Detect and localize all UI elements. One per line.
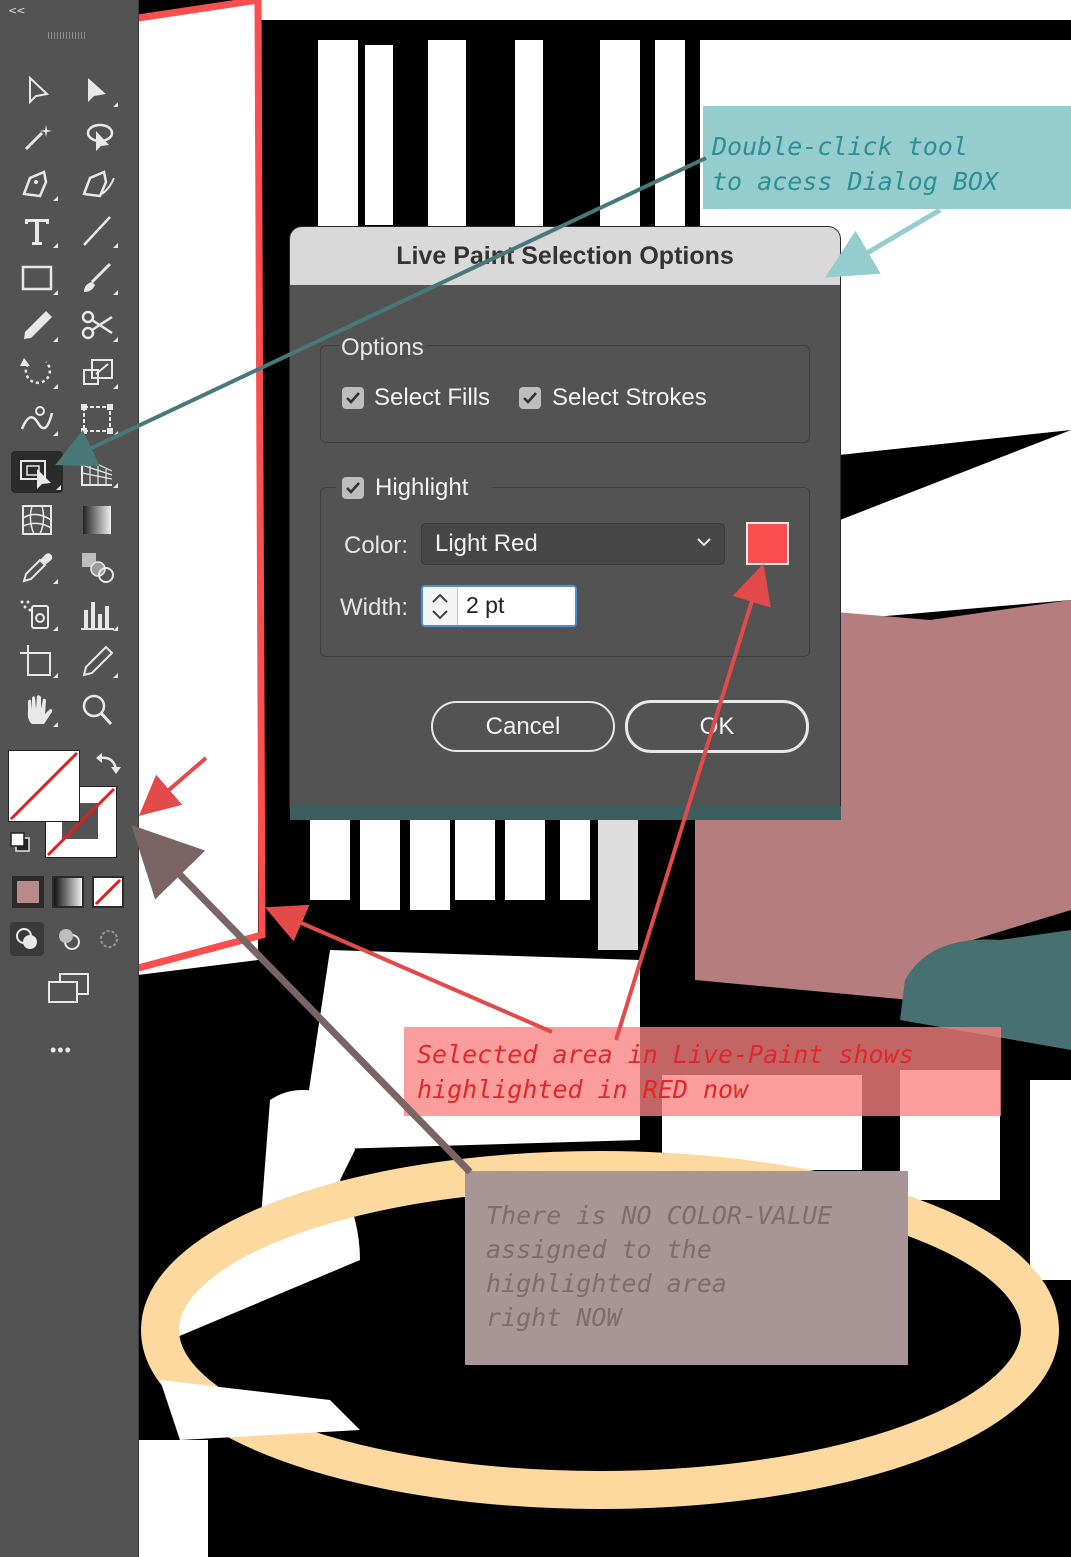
type-tool-icon[interactable] xyxy=(16,211,60,251)
callout-double-click-text: Double-click tool to acess Dialog BOX xyxy=(712,132,998,196)
screen-mode-icon[interactable] xyxy=(46,972,92,1006)
width-stepper[interactable] xyxy=(423,587,458,625)
ok-button[interactable]: OK xyxy=(625,700,809,753)
dialog-shadow-strip xyxy=(290,806,841,820)
tools-panel: << ••• xyxy=(0,0,139,1557)
callout-no-color-text: There is NO COLOR-VALUE assigned to the … xyxy=(486,1201,833,1332)
column-graph-tool-icon[interactable] xyxy=(76,594,120,634)
gradient-tool-icon[interactable] xyxy=(76,500,120,540)
color-label: Color: xyxy=(344,532,409,559)
select-fills-checkbox[interactable] xyxy=(342,387,364,409)
width-field[interactable]: 2 pt xyxy=(421,585,577,627)
eyedropper-tool-icon[interactable] xyxy=(16,547,60,587)
highlight-checkbox[interactable] xyxy=(342,477,364,499)
curvature-tool-icon[interactable] xyxy=(76,164,120,204)
color-mode-button[interactable] xyxy=(12,876,44,908)
mesh-tool-icon[interactable] xyxy=(16,500,60,540)
draw-inside-icon[interactable] xyxy=(92,922,126,956)
dialog-title: Live Paint Selection Options xyxy=(290,227,840,285)
live-paint-selection-tool-icon[interactable] xyxy=(11,451,63,493)
gradient-mode-button[interactable] xyxy=(52,876,84,908)
callout-double-click-tool: Double-click tool to acess Dialog BOX xyxy=(703,106,1071,209)
hand-tool-icon[interactable] xyxy=(16,690,60,730)
chevron-down-icon xyxy=(697,538,711,547)
select-strokes-checkbox[interactable] xyxy=(519,387,541,409)
callout-selected-area: Selected area in Live-Paint shows highli… xyxy=(404,1027,1001,1116)
callout-selected-area-text: Selected area in Live-Paint shows highli… xyxy=(417,1040,914,1104)
panel-grip[interactable] xyxy=(48,32,86,39)
free-transform-tool-icon[interactable] xyxy=(76,399,120,439)
cancel-button[interactable]: Cancel xyxy=(431,701,615,752)
swap-fill-stroke-icon[interactable] xyxy=(94,750,124,780)
none-mode-button[interactable] xyxy=(92,876,124,908)
highlight-label[interactable]: Highlight xyxy=(375,474,468,502)
draw-behind-icon[interactable] xyxy=(52,922,86,956)
collapse-panel-button[interactable]: << xyxy=(8,4,25,17)
slice-tool-icon[interactable] xyxy=(76,641,120,681)
warp-tool-icon[interactable] xyxy=(16,399,60,439)
lasso-tool-icon[interactable] xyxy=(76,117,120,157)
zoom-tool-icon[interactable] xyxy=(76,690,120,730)
width-value: 2 pt xyxy=(466,592,505,618)
width-label: Width: xyxy=(340,594,409,621)
direct-selection-tool-icon[interactable] xyxy=(76,70,120,110)
color-dropdown[interactable]: Light Red xyxy=(421,523,725,565)
select-strokes-label[interactable]: Select Strokes xyxy=(552,384,707,412)
highlight-color-swatch[interactable] xyxy=(746,522,789,565)
symbol-sprayer-tool-icon[interactable] xyxy=(16,594,60,634)
select-fills-label[interactable]: Select Fills xyxy=(374,384,490,412)
magic-wand-tool-icon[interactable] xyxy=(16,117,60,157)
color-dropdown-value: Light Red xyxy=(435,530,538,557)
pencil-tool-icon[interactable] xyxy=(16,305,60,345)
highlight-group xyxy=(320,487,810,657)
callout-no-color-value: There is NO COLOR-VALUE assigned to the … xyxy=(465,1171,908,1365)
selection-tool-icon[interactable] xyxy=(16,70,60,110)
scale-tool-icon[interactable] xyxy=(76,352,120,392)
default-fill-stroke-icon[interactable] xyxy=(8,830,32,854)
fill-swatch[interactable] xyxy=(8,750,80,822)
perspective-grid-tool-icon[interactable] xyxy=(76,451,120,491)
artboard-tool-icon[interactable] xyxy=(16,641,60,681)
rotate-tool-icon[interactable] xyxy=(16,352,60,392)
scissors-tool-icon[interactable] xyxy=(76,305,120,345)
blend-tool-icon[interactable] xyxy=(76,547,120,587)
pen-tool-icon[interactable] xyxy=(16,164,60,204)
line-segment-tool-icon[interactable] xyxy=(76,211,120,251)
live-paint-selection-options-dialog: Live Paint Selection Options Options Sel… xyxy=(290,227,840,817)
rectangle-tool-icon[interactable] xyxy=(16,258,60,298)
paintbrush-tool-icon[interactable] xyxy=(76,258,120,298)
edit-toolbar-button[interactable]: ••• xyxy=(50,1040,90,1061)
options-group-label: Options xyxy=(339,334,426,362)
draw-normal-icon[interactable] xyxy=(10,922,44,956)
